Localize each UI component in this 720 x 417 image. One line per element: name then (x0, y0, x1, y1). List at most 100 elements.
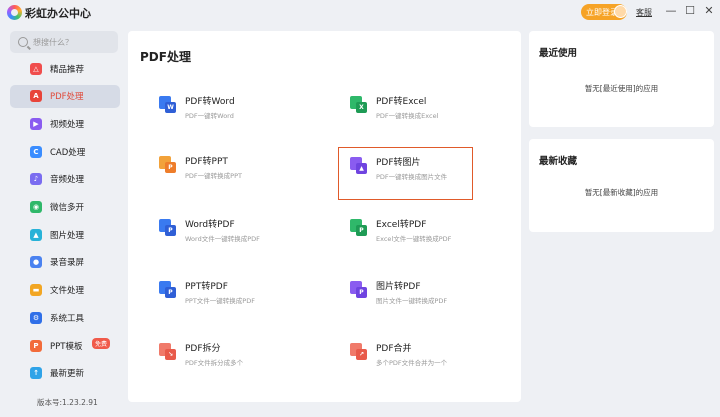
tool-description: PDF一键转换成PPT (185, 172, 242, 180)
tool-text: PDF转Word PDF一键转Word (185, 94, 235, 120)
tool-name: PDF转PPT (185, 157, 228, 167)
pdf-to-image-icon: ▲ (350, 157, 368, 175)
sidebar-item-label: 精品推荐 (50, 64, 85, 75)
free-badge: 免费 (92, 338, 111, 349)
icon-front-shape: P (165, 162, 176, 173)
video-icon: ▶ (30, 117, 42, 130)
wechat-icon: ◉ (30, 201, 42, 213)
sidebar-item[interactable]: ▶ 视频处理 (10, 112, 120, 135)
sidebar-item[interactable]: ◉ 微信多开 (10, 196, 120, 219)
tool-card[interactable]: W PDF转Word PDF一键转Word (155, 88, 287, 126)
icon-front-shape: ↘ (165, 349, 176, 360)
icon-front-shape: P (165, 225, 176, 236)
favorites-title: 最新收藏 (539, 156, 578, 167)
tool-name: PDF转Excel (376, 97, 427, 107)
tool-name: Word转PDF (185, 220, 235, 230)
tool-name: PDF合并 (376, 344, 412, 354)
tool-card[interactable]: P PPT转PDF PPT文件一键转换成PDF (155, 273, 287, 311)
app-title: 彩虹办公中心 (25, 7, 91, 20)
audio-icon: ♪ (30, 173, 42, 186)
avatar[interactable] (614, 5, 627, 18)
tool-card[interactable]: P Excel转PDF Excel文件一键转换成PDF (346, 211, 478, 249)
sidebar-item-label: 图片处理 (50, 230, 85, 241)
close-button[interactable]: ✕ (702, 4, 716, 18)
tool-name: Excel转PDF (376, 220, 427, 230)
search-placeholder: 想搜什么？ (33, 37, 73, 47)
tool-text: PDF转图片 PDF一键转换成图片文件 (376, 155, 447, 181)
tool-text: Word转PDF Word文件一键转换成PDF (185, 217, 260, 243)
customer-service-link[interactable]: 客服 (636, 7, 652, 18)
recent-panel: 最近使用 暂无[最近使用]的应用 (529, 31, 714, 127)
minimize-button[interactable]: — (664, 4, 678, 18)
icon-front-shape: ▲ (356, 163, 367, 174)
tool-description: PPT文件一键转换成PDF (185, 297, 255, 305)
sidebar-item[interactable]: ▲ 图片处理 (10, 223, 120, 246)
record-icon: ● (30, 256, 42, 269)
tool-card[interactable]: X PDF转Excel PDF一键转换成Excel (346, 88, 478, 126)
sidebar-item-label: CAD处理 (50, 147, 86, 158)
tool-card[interactable]: P PDF转PPT PDF一键转换成PPT (155, 148, 287, 186)
recent-title: 最近使用 (539, 48, 578, 59)
tool-text: PDF转PPT PDF一键转换成PPT (185, 154, 242, 180)
sidebar-item-label: 系统工具 (50, 313, 85, 324)
sidebar-item[interactable]: ● 录音录屏 (10, 251, 120, 274)
pdf-to-ppt-icon: P (159, 156, 177, 174)
version-label: 版本号:1.23.2.91 (37, 398, 98, 407)
sidebar-item-label: 微信多开 (50, 203, 85, 213)
sidebar-item[interactable]: A PDF处理 (10, 84, 120, 108)
sidebar-item-label: PPT模板 (50, 341, 83, 352)
tool-card[interactable]: ▲ PDF转图片 PDF一键转换成图片文件 (338, 147, 473, 200)
tool-description: 多个PDF文件合并为一个 (376, 359, 448, 367)
ppt-icon: P (30, 339, 42, 352)
icon-front-shape: X (356, 102, 367, 113)
excel-to-pdf-icon: P (350, 219, 368, 237)
pdf-to-word-icon: W (159, 96, 177, 114)
sidebar-item[interactable]: △ 精品推荐 (10, 57, 120, 80)
sidebar-item-label: 最新更新 (50, 369, 85, 380)
sidebar-item[interactable]: ▬ 文件处理 (10, 279, 120, 302)
file-icon: ▬ (30, 284, 42, 297)
icon-front-shape: P (356, 287, 367, 298)
sidebar-item[interactable]: ↑ 最新更新 (10, 362, 120, 385)
tool-card[interactable]: P Word转PDF Word文件一键转换成PDF (155, 211, 287, 249)
tool-text: PDF转Excel PDF一键转换成Excel (376, 94, 438, 120)
tool-name: 图片转PDF (376, 282, 421, 292)
icon-front-shape: P (356, 225, 367, 236)
tool-description: PDF一键转换成图片文件 (376, 173, 448, 181)
sidebar-item-label: 文件处理 (50, 286, 85, 297)
tool-card[interactable]: ↘ PDF拆分 PDF文件拆分成多个 (155, 335, 287, 373)
icon-front-shape: ↗ (356, 349, 367, 360)
search-input[interactable]: 想搜什么？ (10, 31, 118, 53)
sidebar-item[interactable]: C CAD处理 (10, 140, 120, 163)
pdf-merge-icon: ↗ (350, 343, 368, 361)
tool-name: PDF拆分 (185, 344, 221, 354)
sidebar-item-label: 音频处理 (50, 175, 85, 186)
image-icon: ▲ (30, 228, 42, 241)
sidebar: 想搜什么？ △ 精品推荐 A PDF处理 ▶ 视频处理 C CAD处理 ♪ 音频处理 ◉ 微信多开 ▲ 图… (0, 26, 128, 417)
word-to-pdf-icon: P (159, 219, 177, 237)
tool-description: PDF一键转Word (185, 112, 234, 120)
page-title: PDF处理 (140, 50, 191, 64)
tool-card[interactable]: ↗ PDF合并多个PDF文件合并为一个 (346, 335, 478, 373)
ppt-to-pdf-icon: P (159, 281, 177, 299)
maximize-button[interactable]: ☐ (683, 4, 697, 18)
sidebar-item[interactable]: P PPT模板 免费 (10, 334, 120, 357)
pdf-to-excel-icon: X (350, 96, 368, 114)
tool-description: PDF文件拆分成多个 (185, 359, 244, 367)
sidebar-item-label: 录音录屏 (50, 258, 85, 269)
sidebar-item[interactable]: ♪ 音频处理 (10, 168, 120, 191)
update-icon: ↑ (30, 367, 42, 380)
sidebar-item[interactable]: ⚙ 系统工具 (10, 306, 120, 329)
tool-card[interactable]: P 图片转PDF 图片文件一键转换成PDF (346, 273, 478, 311)
search-icon (18, 37, 28, 47)
sidebar-item-label: PDF处理 (50, 92, 84, 103)
tool-text: PDF拆分 PDF文件拆分成多个 (185, 341, 243, 367)
icon-front-shape: P (165, 287, 176, 298)
tool-description: Excel文件一键转换成PDF (376, 235, 452, 243)
main-panel: PDF处理 W PDF转Word PDF一键转Word X PDF转Excel PDF一键… (128, 31, 521, 402)
tool-text: Excel转PDF Excel文件一键转换成PDF (376, 217, 451, 243)
icon-front-shape: W (165, 102, 176, 113)
favorites-empty-text: 暂无[最新收藏]的应用 (584, 188, 659, 197)
tool-name: PDF转图片 (376, 158, 421, 168)
favorites-panel: 最新收藏 暂无[最新收藏]的应用 (529, 139, 714, 232)
